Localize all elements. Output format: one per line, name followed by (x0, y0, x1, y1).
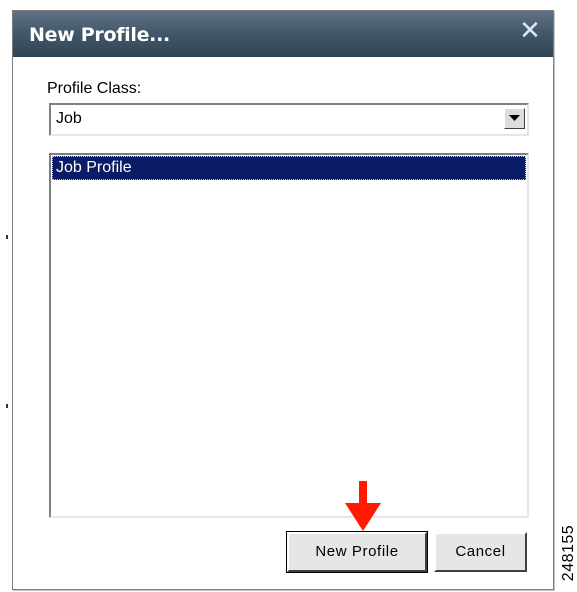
dialog-title: New Profile... (29, 24, 170, 46)
list-item-job-profile[interactable]: Job Profile (52, 156, 526, 180)
chevron-down-icon[interactable] (504, 108, 525, 129)
cancel-button[interactable]: Cancel (434, 532, 527, 572)
profile-class-label: Profile Class: (47, 80, 142, 97)
new-profile-dialog: New Profile... ✕ Profile Class: Job Job … (12, 10, 554, 590)
profile-list[interactable]: Job Profile (49, 153, 529, 518)
screenshot-page: New Profile... ✕ Profile Class: Job Job … (0, 0, 577, 592)
profile-class-value: Job (56, 110, 82, 127)
figure-id: 248155 (560, 524, 577, 582)
figure-id-container: 248155 (557, 520, 577, 592)
chevron-down-glyph (509, 115, 520, 121)
margin-tick (6, 235, 8, 239)
close-icon[interactable]: ✕ (519, 17, 541, 45)
margin-tick (6, 404, 8, 408)
dialog-titlebar[interactable]: New Profile... ✕ (13, 11, 553, 57)
new-profile-button[interactable]: New Profile (287, 532, 427, 572)
profile-class-dropdown[interactable]: Job (49, 103, 529, 136)
red-down-arrow-icon (345, 481, 381, 531)
